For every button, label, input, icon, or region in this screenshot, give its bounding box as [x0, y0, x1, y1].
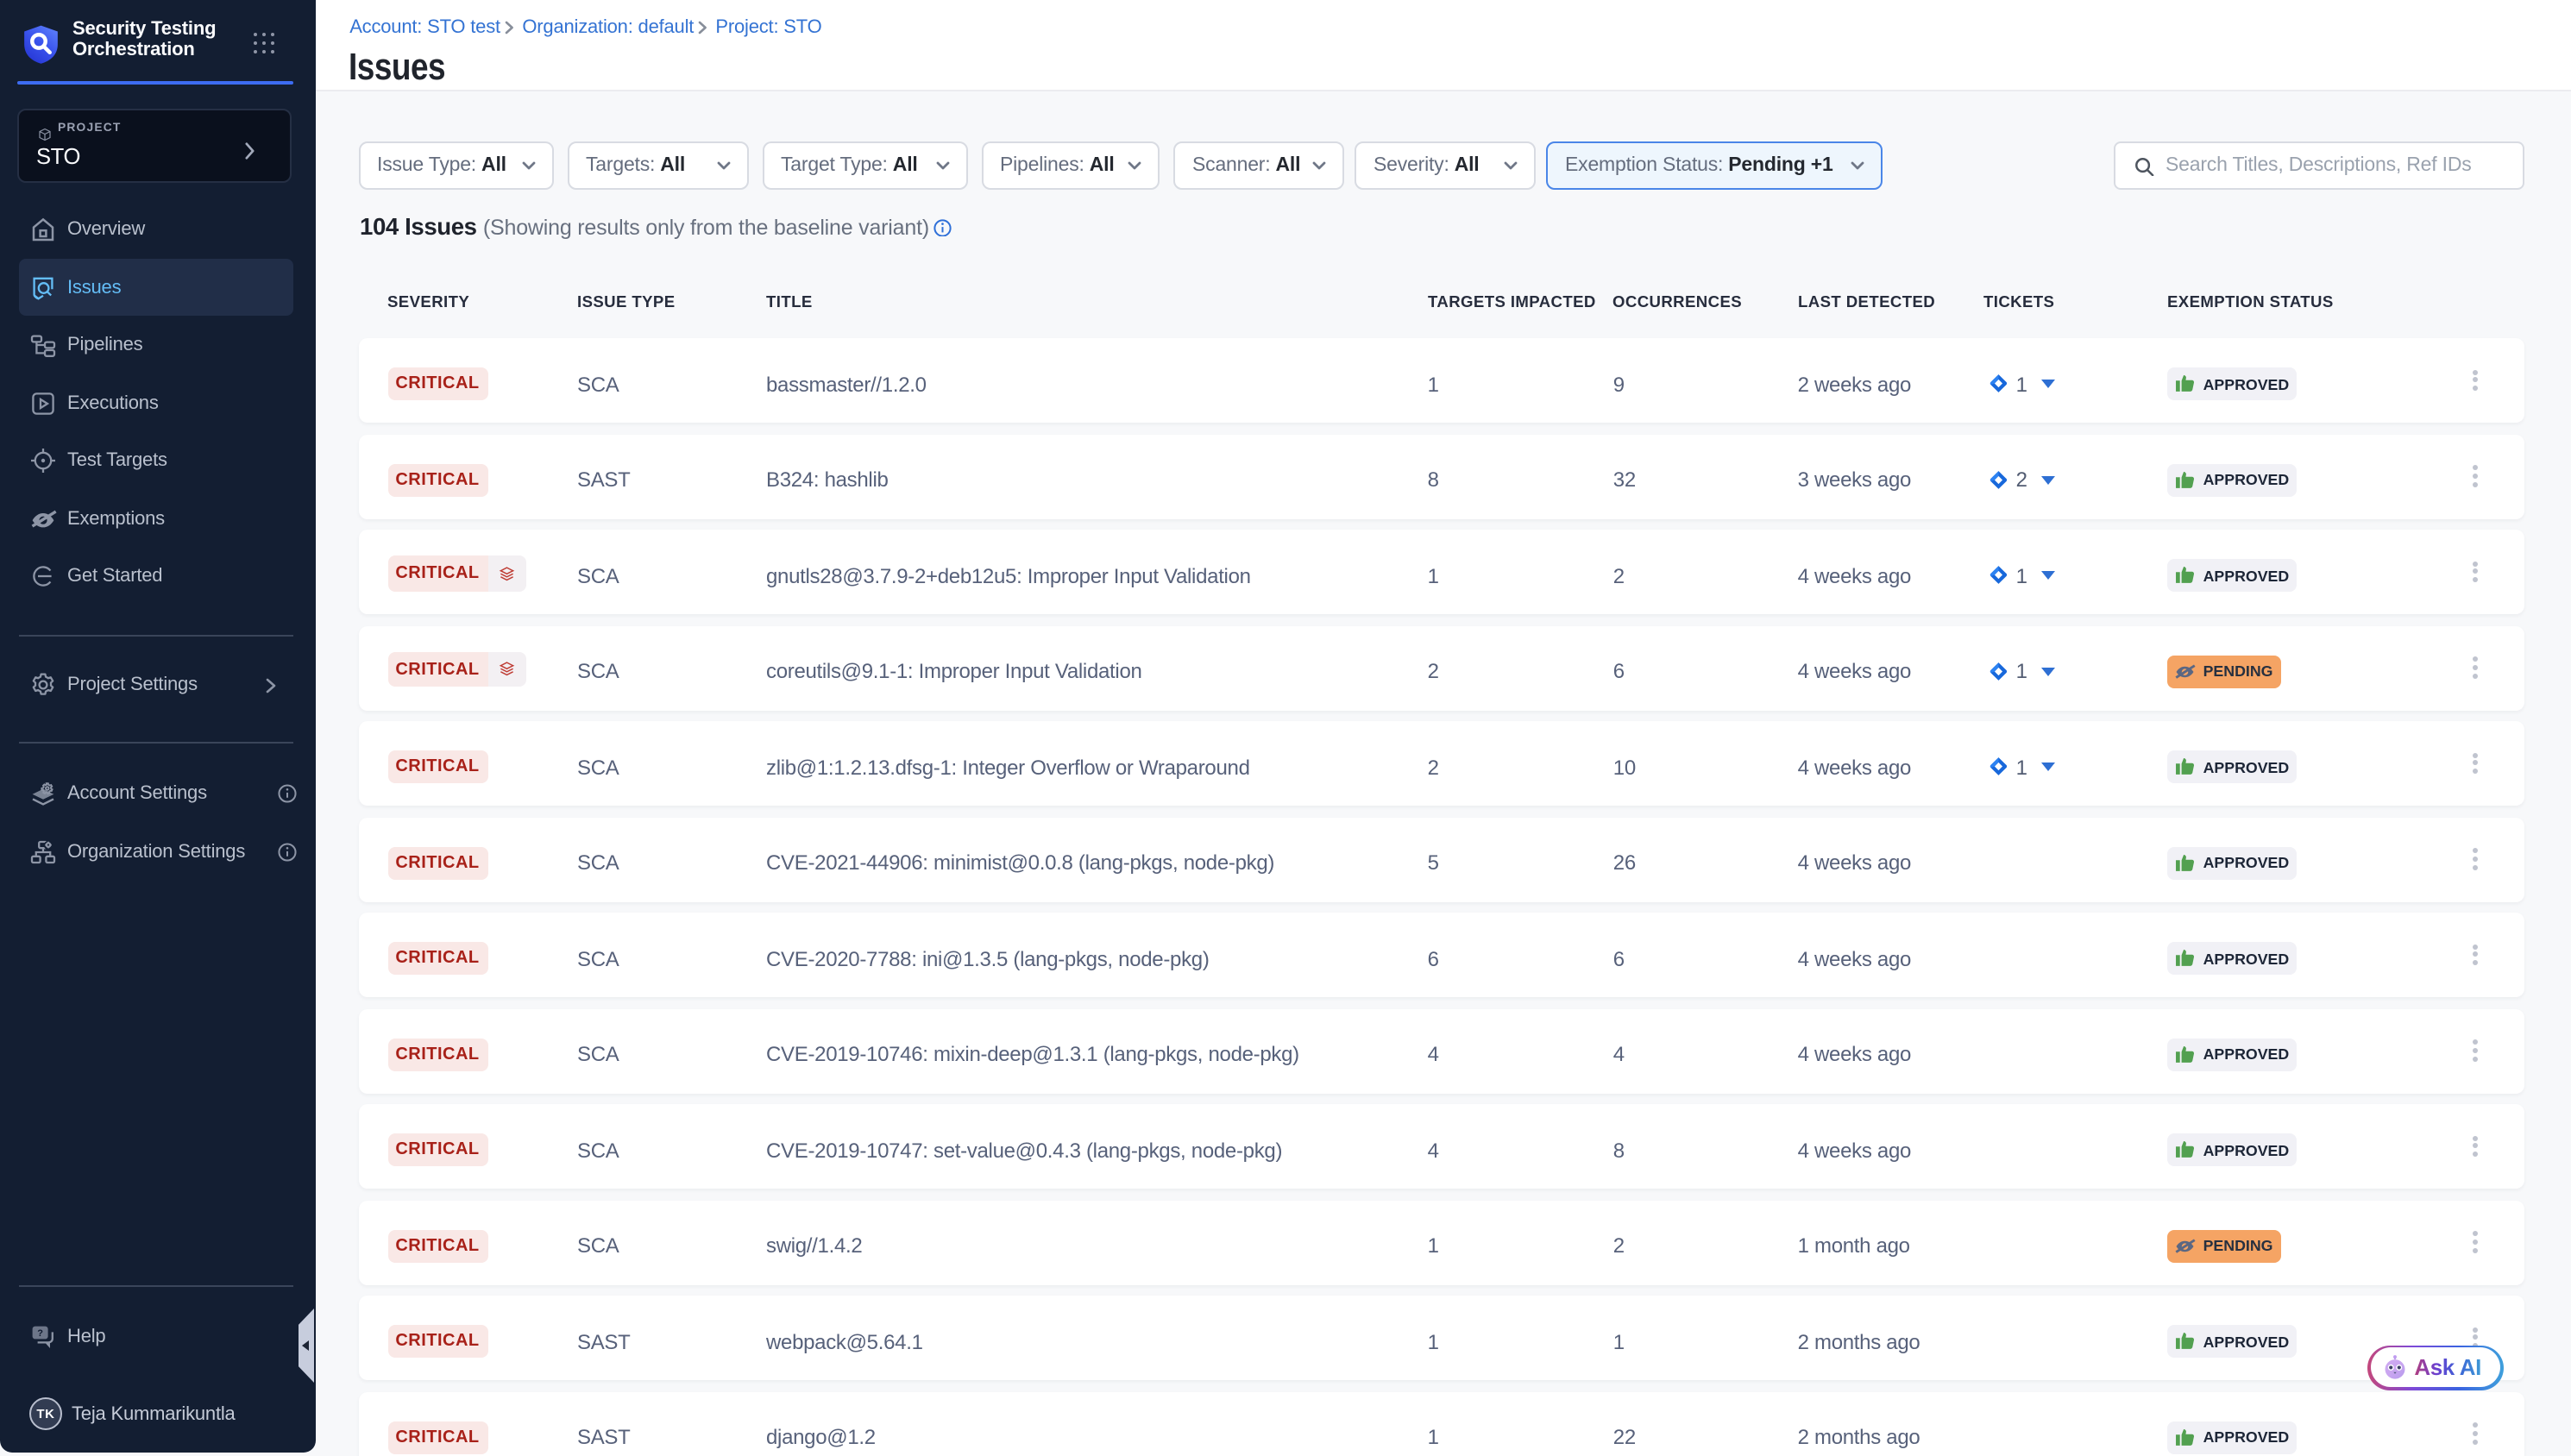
svg-text:?: ? [36, 1328, 42, 1339]
